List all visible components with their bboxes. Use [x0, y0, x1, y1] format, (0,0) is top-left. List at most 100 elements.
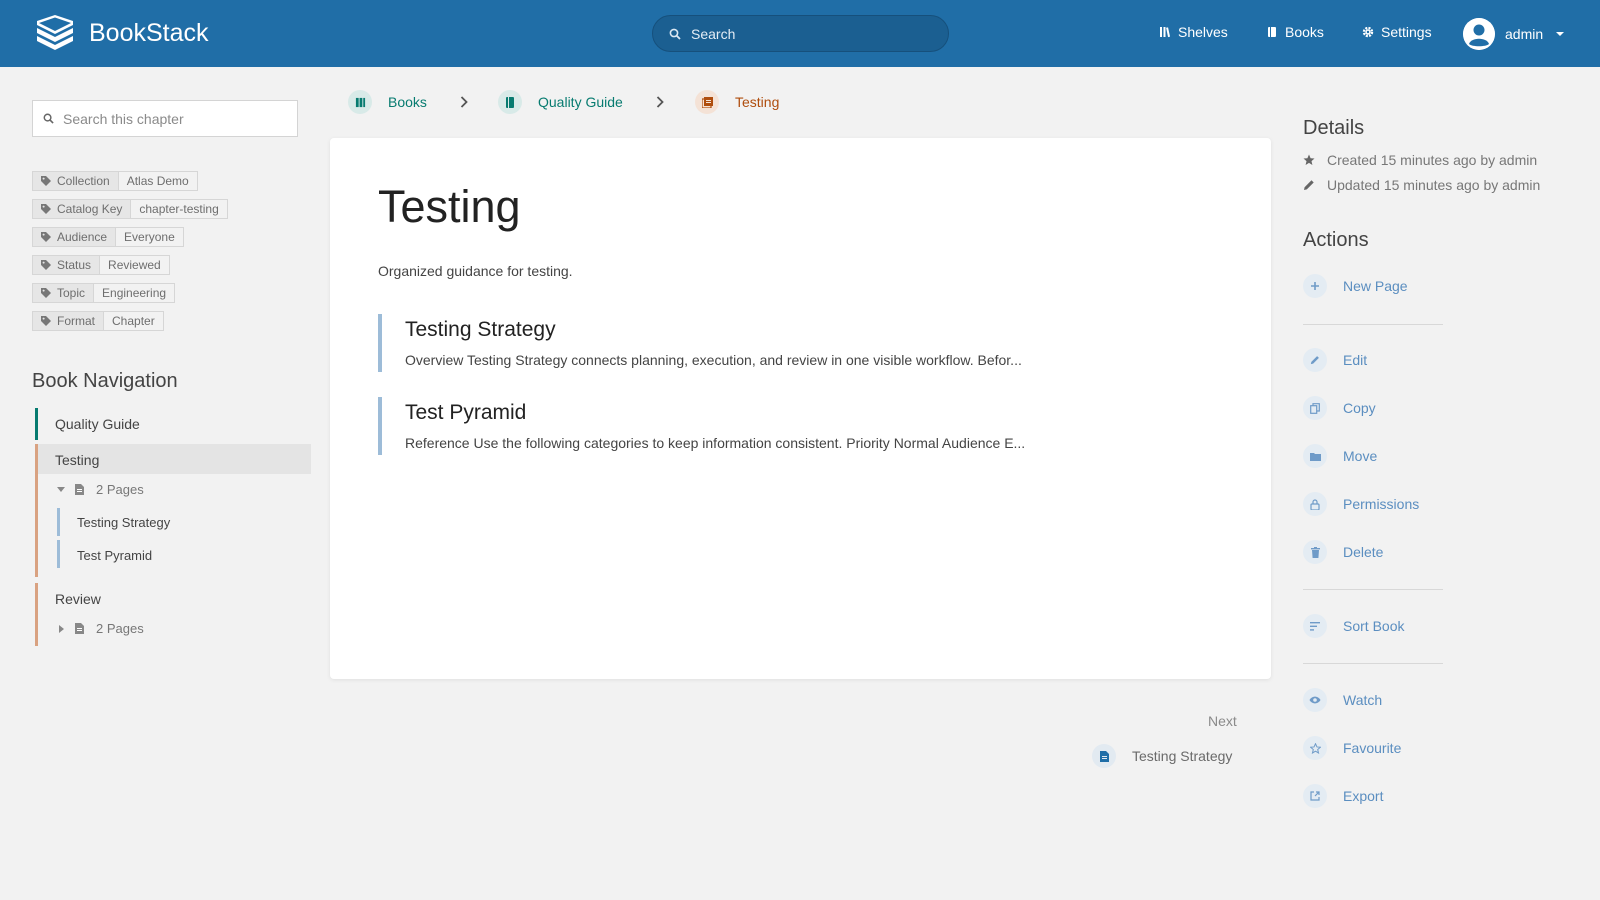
sort-book-label: Sort Book: [1343, 618, 1405, 634]
next-label: Next: [1208, 713, 1237, 729]
tag-name[interactable]: Audience: [32, 227, 117, 247]
nav-settings-label: Settings: [1381, 24, 1432, 40]
nav-page-testing-strategy[interactable]: Testing Strategy: [57, 515, 333, 530]
tag-value[interactable]: Atlas Demo: [118, 171, 198, 191]
tag[interactable]: Status Reviewed: [32, 255, 228, 275]
pages-count: 2 Pages: [96, 621, 144, 636]
copy-label: Copy: [1343, 400, 1376, 416]
tag-value[interactable]: Engineering: [94, 283, 176, 303]
favourite-action[interactable]: Favourite: [1303, 736, 1401, 760]
eye-icon: [1303, 688, 1327, 712]
page-entry[interactable]: Testing Strategy Overview Testing Strate…: [378, 314, 1238, 372]
tag-value[interactable]: chapter-testing: [131, 199, 228, 219]
nav-books[interactable]: Books: [1266, 24, 1324, 40]
nav-page-test-pyramid[interactable]: Test Pyramid: [57, 548, 333, 563]
tag-icon: [41, 260, 51, 270]
tag-name[interactable]: Format: [32, 311, 105, 331]
delete-action[interactable]: Delete: [1303, 540, 1383, 564]
created-text: Created 15 minutes ago by admin: [1327, 152, 1538, 168]
star-icon: [1303, 154, 1315, 165]
nav-shelves[interactable]: Shelves: [1159, 24, 1228, 40]
chapter-search[interactable]: [32, 100, 298, 137]
edit-action[interactable]: Edit: [1303, 348, 1367, 372]
copy-action[interactable]: Copy: [1303, 396, 1376, 420]
nav-shelves-label: Shelves: [1178, 24, 1228, 40]
nav-book-quality-guide[interactable]: Quality Guide: [35, 416, 311, 432]
tag-icon: [41, 176, 51, 186]
export-action[interactable]: Export: [1303, 784, 1383, 808]
star-outline-icon: [1303, 736, 1327, 760]
page-entry-title[interactable]: Testing Strategy: [405, 318, 1238, 342]
tag[interactable]: Topic Engineering: [32, 283, 228, 303]
tag-value[interactable]: Chapter: [104, 311, 164, 331]
app-logo[interactable]: BookStack: [33, 14, 209, 52]
breadcrumb-book[interactable]: Quality Guide: [498, 90, 623, 114]
page-icon: [1092, 744, 1116, 768]
nav-chapter-review[interactable]: Review: [35, 591, 311, 607]
chevron-right-icon: [460, 96, 468, 108]
move-action[interactable]: Move: [1303, 444, 1377, 468]
tag-icon: [41, 288, 51, 298]
next-page-title: Testing Strategy: [1132, 748, 1233, 764]
book-icon: [498, 90, 522, 114]
user-menu[interactable]: admin: [1463, 18, 1565, 50]
chapter-pages-toggle[interactable]: 2 Pages: [57, 482, 144, 497]
page-icon: [75, 484, 84, 495]
breadcrumb-books[interactable]: Books: [348, 90, 427, 114]
tag-name-text: Topic: [57, 286, 86, 300]
breadcrumb-book-label: Quality Guide: [538, 94, 623, 110]
nav-chapter-testing[interactable]: Testing: [35, 452, 311, 468]
delete-label: Delete: [1343, 544, 1384, 560]
chapter-pages-toggle[interactable]: 2 Pages: [57, 621, 144, 636]
breadcrumb-chapter-label: Testing: [735, 94, 780, 110]
trash-icon: [1303, 540, 1327, 564]
export-icon: [1303, 784, 1327, 808]
tag[interactable]: Audience Everyone: [32, 227, 228, 247]
caret-right-icon: [59, 624, 64, 633]
pencil-icon: [1303, 348, 1327, 372]
tag-name-text: Catalog Key: [57, 202, 123, 216]
chapter-description: Organized guidance for testing.: [378, 263, 573, 279]
lock-icon: [1303, 492, 1327, 516]
pencil-icon: [1304, 180, 1314, 190]
search-icon: [669, 28, 681, 40]
tag-icon: [41, 316, 51, 326]
tag-name[interactable]: Topic: [32, 283, 95, 303]
watch-action[interactable]: Watch: [1303, 688, 1382, 712]
tag[interactable]: Format Chapter: [32, 311, 228, 331]
folder-icon: [1303, 444, 1327, 468]
tag-name[interactable]: Collection: [32, 171, 119, 191]
next-page-link[interactable]: Testing Strategy: [1092, 744, 1232, 768]
global-search[interactable]: [652, 15, 949, 52]
edit-label: Edit: [1343, 352, 1368, 368]
permissions-label: Permissions: [1343, 496, 1420, 512]
caret-down-icon: [57, 486, 65, 492]
page-entry[interactable]: Test Pyramid Reference Use the following…: [378, 397, 1238, 455]
tag[interactable]: Catalog Key chapter-testing: [32, 199, 228, 219]
created-info: Created 15 minutes ago by admin: [1303, 152, 1537, 168]
chapter-search-input[interactable]: [63, 110, 283, 127]
breadcrumb-books-label: Books: [388, 94, 427, 110]
tag-value[interactable]: Everyone: [116, 227, 184, 247]
page-title: Testing: [378, 181, 521, 232]
page-entry-excerpt: Reference Use the following categories t…: [405, 435, 1026, 451]
permissions-action[interactable]: Permissions: [1303, 492, 1419, 516]
page-entry-title[interactable]: Test Pyramid: [405, 401, 1238, 425]
tag-value[interactable]: Reviewed: [100, 255, 170, 275]
breadcrumb-chapter[interactable]: Testing: [695, 90, 779, 114]
gear-icon: [1362, 26, 1374, 38]
user-name: admin: [1505, 26, 1544, 42]
new-page-action[interactable]: New Page: [1303, 274, 1408, 298]
nav-books-label: Books: [1285, 24, 1324, 40]
tag[interactable]: Collection Atlas Demo: [32, 171, 228, 191]
divider: [1303, 324, 1443, 325]
nav-settings[interactable]: Settings: [1362, 24, 1432, 40]
chevron-down-icon: [1556, 32, 1565, 36]
chapter-icon: [695, 90, 719, 114]
global-search-input[interactable]: [691, 25, 931, 42]
page-entry-excerpt: Overview Testing Strategy connects plann…: [405, 352, 1022, 368]
tag-name[interactable]: Catalog Key: [32, 199, 132, 219]
tag-name[interactable]: Status: [32, 255, 101, 275]
chevron-right-icon: [656, 96, 664, 108]
sort-book-action[interactable]: Sort Book: [1303, 614, 1404, 638]
